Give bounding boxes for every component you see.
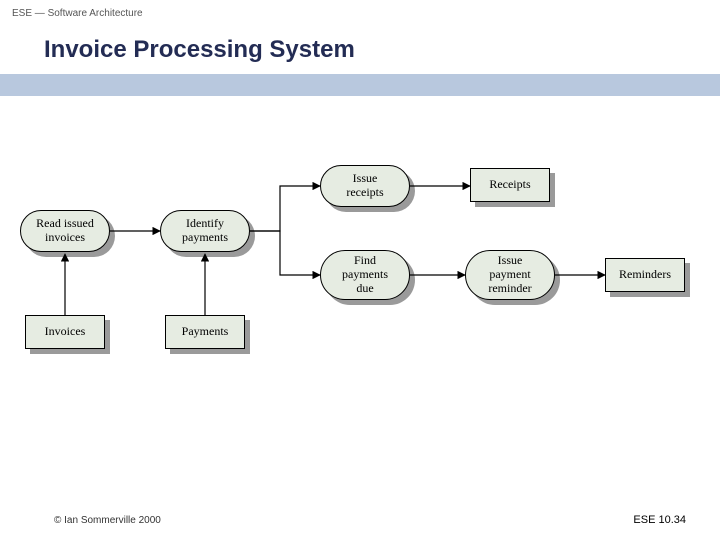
diagram-arrows [10,150,710,410]
footer-page-ref: ESE 10.34 [633,514,686,526]
page-title: Invoice Processing System [44,36,355,64]
course-label: ESE — Software Architecture [12,8,143,19]
footer-copyright: © Ian Sommerville 2000 [54,515,161,526]
diagram-canvas: Read issuedinvoices Identifypayments Iss… [10,150,710,410]
edge-identify-to-find-due [250,231,320,275]
edge-identify-to-issue-receipts [250,186,320,231]
title-underline-bar [0,74,720,96]
